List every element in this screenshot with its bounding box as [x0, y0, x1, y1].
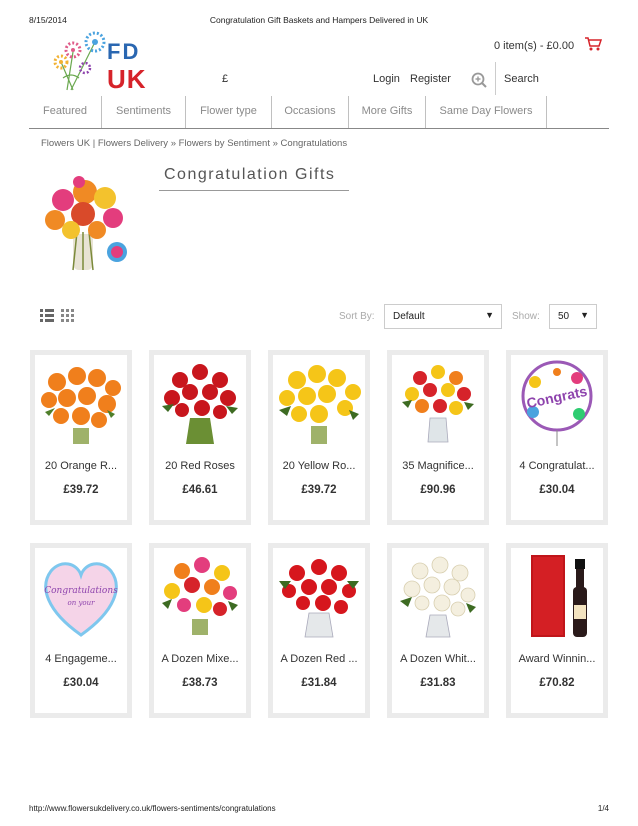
nav-divider	[546, 96, 547, 128]
sort-value: Default	[393, 311, 425, 322]
logo-text-uk: UK	[107, 64, 147, 94]
breadcrumb-current[interactable]: Congratulations	[281, 138, 348, 149]
product-image	[400, 556, 476, 638]
breadcrumb-separator: »	[272, 138, 278, 149]
product-name[interactable]: 35 Magnifice...	[392, 460, 484, 472]
dropdown-arrow-icon: ▼	[580, 310, 589, 320]
nav-flower-type[interactable]: Flower type	[186, 95, 271, 128]
product-name[interactable]: 4 Engageme...	[35, 653, 127, 665]
product-image: Congratulations on your	[44, 562, 118, 637]
search-link[interactable]: Search	[504, 73, 539, 85]
currency-selector[interactable]: £	[222, 73, 228, 85]
page-title: Congratulation Gifts	[164, 166, 336, 183]
product-price: £30.04	[63, 677, 99, 689]
title-underline	[159, 190, 349, 191]
product-price: £31.84	[301, 677, 337, 689]
product-name[interactable]: 20 Red Roses	[154, 460, 246, 472]
product-name[interactable]: 20 Yellow Ro...	[273, 460, 365, 472]
register-link[interactable]: Register	[410, 73, 451, 85]
print-title: Congratulation Gift Baskets and Hampers …	[209, 15, 429, 25]
print-url: http://www.flowersukdelivery.co.uk/flowe…	[29, 804, 276, 813]
svg-text:Congratulations: Congratulations	[44, 586, 118, 596]
nav-same-day-flowers[interactable]: Same Day Flowers	[426, 95, 546, 128]
breadcrumb-sentiment[interactable]: Flowers by Sentiment	[179, 138, 270, 149]
logo-text-fd: FD	[107, 39, 141, 64]
product-card[interactable]: Award Winnin... £70.82	[506, 543, 608, 718]
svg-text:on your: on your	[68, 599, 96, 607]
nav-more-gifts[interactable]: More Gifts	[349, 95, 425, 128]
product-card[interactable]: 35 Magnifice... £90.96	[387, 350, 489, 525]
login-link[interactable]: Login	[373, 73, 400, 85]
category-bouquet-image	[45, 176, 127, 271]
product-price: £38.73	[182, 677, 218, 689]
show-label: Show:	[512, 311, 540, 322]
product-price: £39.72	[301, 484, 337, 496]
product-image	[279, 559, 359, 638]
show-select[interactable]: 50 ▼	[549, 304, 597, 329]
grid-view-icon[interactable]	[61, 309, 75, 322]
product-name[interactable]: A Dozen Whit...	[392, 653, 484, 665]
product-name[interactable]: Award Winnin...	[511, 653, 603, 665]
print-page-number: 1/4	[597, 804, 609, 813]
product-card[interactable]: A Dozen Red ... £31.84	[268, 543, 370, 718]
breadcrumb-home[interactable]: Flowers UK | Flowers Delivery	[41, 138, 168, 149]
product-name[interactable]: 20 Orange R...	[35, 460, 127, 472]
product-image	[531, 555, 587, 637]
nav-featured[interactable]: Featured	[29, 95, 101, 128]
sort-label: Sort By:	[339, 311, 375, 322]
product-price: £90.96	[420, 484, 456, 496]
product-price: £30.04	[539, 484, 575, 496]
product-name[interactable]: A Dozen Red ...	[273, 653, 365, 665]
breadcrumb: Flowers UK | Flowers Delivery » Flowers …	[41, 138, 347, 149]
product-image	[162, 364, 238, 444]
product-card[interactable]: Congrats 4 Congratulat... £30.04	[506, 350, 608, 525]
cart-summary[interactable]: 0 item(s) - £0.00	[494, 40, 574, 52]
search-zoom-icon[interactable]	[471, 72, 487, 88]
sort-select[interactable]: Default ▼	[384, 304, 502, 329]
site-logo[interactable]: FD UK	[53, 30, 153, 94]
product-price: £46.61	[182, 484, 218, 496]
product-card[interactable]: A Dozen Whit... £31.83	[387, 543, 489, 718]
product-card[interactable]: 20 Orange R... £39.72	[30, 350, 132, 525]
breadcrumb-separator: »	[170, 138, 176, 149]
dropdown-arrow-icon: ▼	[485, 310, 494, 320]
main-nav: Featured Sentiments Flower type Occasion…	[29, 95, 609, 129]
search-divider	[495, 62, 496, 95]
product-card[interactable]: A Dozen Mixe... £38.73	[149, 543, 251, 718]
cart-icon[interactable]	[584, 36, 602, 52]
product-card[interactable]: 20 Red Roses £46.61	[149, 350, 251, 525]
print-header: 8/15/2014 Congratulation Gift Baskets an…	[29, 15, 609, 27]
product-name[interactable]: A Dozen Mixe...	[154, 653, 246, 665]
product-image	[162, 557, 238, 635]
product-image	[279, 365, 361, 444]
product-image: Congrats	[521, 360, 593, 446]
product-image	[402, 365, 474, 443]
nav-sentiments[interactable]: Sentiments	[102, 95, 185, 128]
flower-logo-icon	[53, 31, 106, 91]
product-price: £31.83	[420, 677, 456, 689]
product-card[interactable]: 20 Yellow Ro... £39.72	[268, 350, 370, 525]
product-price: £70.82	[539, 677, 575, 689]
nav-occasions[interactable]: Occasions	[272, 95, 348, 128]
show-value: 50	[558, 311, 570, 322]
list-view-icon[interactable]	[40, 309, 54, 322]
product-image	[41, 367, 121, 444]
product-name[interactable]: 4 Congratulat...	[511, 460, 603, 472]
product-price: £39.72	[63, 484, 99, 496]
product-card[interactable]: Congratulations on your 4 Engageme... £3…	[30, 543, 132, 718]
